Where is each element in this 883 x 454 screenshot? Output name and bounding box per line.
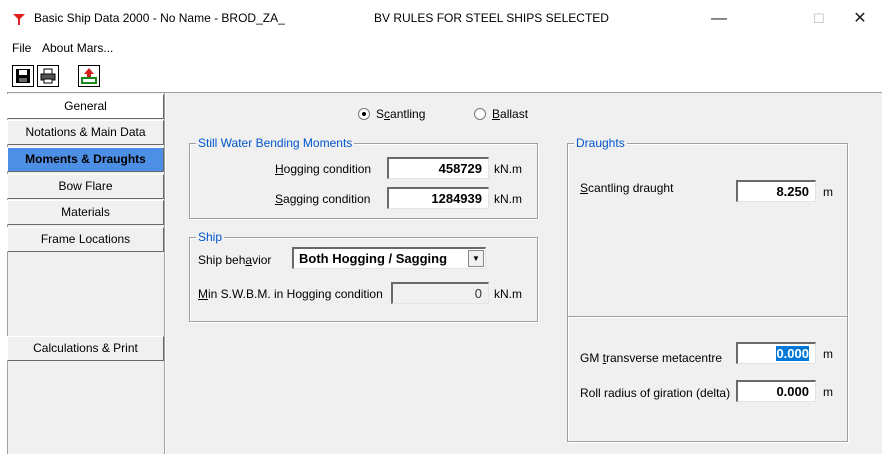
scantling-draught-unit: m [823, 185, 833, 199]
sagging-label: Sagging condition [275, 192, 371, 206]
print-button[interactable] [37, 65, 59, 87]
nav-separator [164, 93, 166, 454]
ship-behavior-label: Ship behavior [198, 253, 272, 267]
maximize-button[interactable]: ☐ [796, 0, 842, 38]
upload-icon [81, 68, 97, 84]
ballast-radio[interactable] [474, 108, 486, 120]
ship-group-title: Ship [196, 230, 225, 244]
nav-materials[interactable]: Materials [7, 200, 164, 225]
radio-selected-dot [362, 112, 366, 116]
nav-moments-draughts[interactable]: Moments & Draughts [7, 147, 164, 172]
printer-icon [40, 68, 56, 84]
ship-behavior-select[interactable]: Both Hogging / Sagging ▼ [292, 247, 486, 269]
app-logo-icon [13, 14, 25, 25]
scantling-radio[interactable] [358, 108, 370, 120]
hogging-label: Hogging condition [275, 162, 372, 176]
min-swbm-label: Min S.W.B.M. in Hogging condition [198, 287, 383, 301]
sagging-unit: kN.m [494, 192, 522, 206]
gm-input[interactable]: 0.000 [736, 342, 816, 364]
roll-radius-input[interactable]: 0.000 [736, 380, 816, 402]
hogging-unit: kN.m [494, 162, 522, 176]
save-icon [16, 69, 30, 83]
close-button[interactable]: ✕ [837, 0, 883, 38]
nav-bow-flare[interactable]: Bow Flare [7, 174, 164, 199]
title-bar: Basic Ship Data 2000 - No Name - BROD_ZA… [0, 0, 883, 38]
scantling-draught-label: Scantling draught [580, 181, 674, 195]
menu-bar: File About Mars... [0, 38, 883, 58]
rules-selected-label: BV RULES FOR STEEL SHIPS SELECTED [374, 11, 609, 25]
window-title: Basic Ship Data 2000 - No Name - BROD_ZA… [34, 11, 285, 25]
gm-label: GM transverse metacentre [580, 351, 723, 365]
swbm-group-title: Still Water Bending Moments [196, 136, 355, 150]
minimize-button[interactable]: — [696, 0, 742, 38]
draughts-group-title: Draughts [574, 136, 627, 150]
roll-radius-unit: m [823, 385, 833, 399]
hogging-input[interactable]: 458729 [387, 157, 489, 179]
nav-calculations-print[interactable]: Calculations & Print [7, 336, 164, 361]
ballast-radio-label[interactable]: Ballast [492, 107, 528, 121]
roll-radius-label: Roll radius of giration (delta) [580, 386, 731, 400]
dropdown-arrow-icon[interactable]: ▼ [468, 250, 484, 267]
min-swbm-unit: kN.m [494, 287, 522, 301]
export-button[interactable] [78, 65, 100, 87]
menu-about[interactable]: About Mars... [42, 41, 113, 55]
scantling-draught-input[interactable]: 8.250 [736, 180, 816, 202]
toolbar [0, 58, 883, 92]
scantling-radio-label[interactable]: Scantling [376, 107, 425, 121]
sagging-input[interactable]: 1284939 [387, 187, 489, 209]
menu-file[interactable]: File [12, 41, 31, 55]
nav-frame-locations[interactable]: Frame Locations [7, 227, 164, 252]
gm-unit: m [823, 347, 833, 361]
gm-value: 0.000 [776, 346, 809, 361]
ship-behavior-value: Both Hogging / Sagging [299, 251, 448, 266]
nav-general[interactable]: General [7, 94, 164, 119]
nav-notations-main-data[interactable]: Notations & Main Data [7, 120, 164, 145]
save-button[interactable] [12, 65, 34, 87]
draughts-divider [568, 316, 847, 318]
min-swbm-input[interactable]: 0 [391, 282, 489, 304]
